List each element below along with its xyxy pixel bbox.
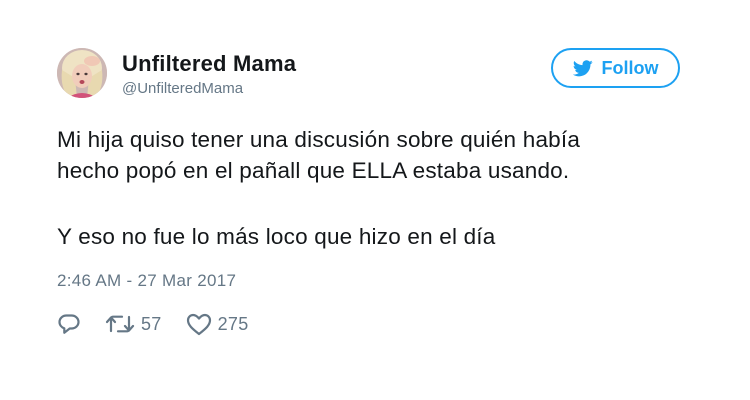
profile-photo-icon — [57, 48, 107, 98]
retweet-count: 57 — [141, 313, 162, 334]
bird-icon — [572, 59, 593, 76]
tweet-timestamp[interactable]: 2:46 AM - 27 Mar 2017 — [57, 271, 236, 291]
tweet-text-line: Mi hija quiso tener una discusión sobre … — [57, 127, 581, 152]
retweet-icon — [105, 315, 135, 333]
reply-button[interactable] — [57, 313, 81, 335]
author-display-name[interactable]: Unfiltered Mama — [122, 51, 296, 77]
avatar[interactable] — [57, 48, 107, 98]
follow-button-label: Follow — [601, 57, 659, 78]
tweet-actions: 57 275 — [57, 312, 249, 336]
retweet-button[interactable]: 57 — [105, 313, 162, 335]
like-button[interactable]: 275 — [186, 313, 249, 336]
heart-icon — [186, 313, 211, 335]
tweet-text-line: Y eso no fue lo más loco que hizo en el … — [57, 224, 496, 249]
like-count: 275 — [217, 313, 249, 334]
follow-button[interactable]: Follow — [551, 48, 680, 88]
reply-icon — [58, 314, 80, 334]
tweet-text-line: hecho popó en el pañall que ELLA estaba … — [57, 158, 570, 183]
tweet-card: Unfiltered Mama @UnfilteredMama Follow M… — [0, 0, 750, 400]
author-handle[interactable]: @UnfilteredMama — [122, 80, 243, 97]
